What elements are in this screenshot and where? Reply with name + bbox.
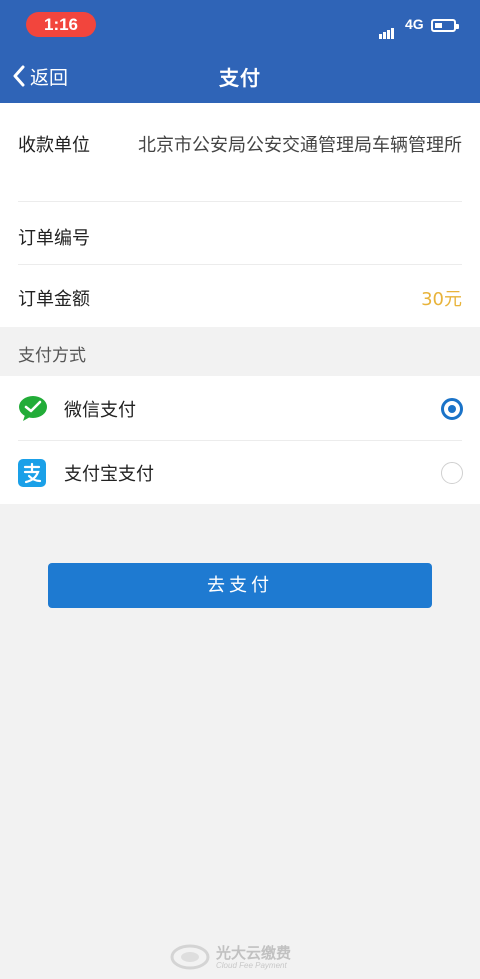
payment-method-alipay[interactable]: 支付宝支付 (0, 440, 480, 504)
payment-section-title: 支付方式 (18, 346, 86, 366)
status-time: 1:16 (26, 12, 96, 37)
order-amount-row: 订单金额 30元 (18, 285, 462, 315)
cloud-logo-icon (170, 944, 210, 970)
footer-brand-name: 光大云缴费 (216, 944, 292, 962)
order-number-row: 订单编号 (18, 224, 462, 254)
order-amount-label: 订单金额 (18, 289, 90, 310)
wechat-radio[interactable] (441, 398, 463, 420)
pay-button[interactable]: 去支付 (48, 563, 432, 608)
divider (18, 264, 462, 265)
payee-row: 收款单位 北京市公安局公安交通管理局车辆管理所 (18, 131, 462, 191)
page-title: 支付 (219, 66, 261, 90)
alipay-radio[interactable] (441, 462, 463, 484)
footer-brand-sub: Cloud Fee Payment (216, 961, 287, 970)
network-type: 4G (405, 16, 424, 32)
payee-value: 北京市公安局公安交通管理局车辆管理所 (138, 135, 462, 156)
status-bar: 1:16 4G (0, 0, 480, 48)
signal-icon (379, 20, 395, 39)
divider (18, 201, 462, 202)
footer-brand: 光大云缴费 Cloud Fee Payment (170, 940, 320, 974)
order-number-label: 订单编号 (18, 228, 90, 249)
payment-methods-card: 微信支付 支付宝支付 (0, 376, 480, 504)
payment-method-wechat[interactable]: 微信支付 (0, 376, 480, 440)
payment-method-label: 支付宝支付 (64, 464, 154, 485)
order-amount-value: 30元 (421, 289, 462, 310)
payee-label: 收款单位 (18, 135, 90, 156)
battery-icon (431, 19, 459, 32)
order-info-card: 收款单位 北京市公安局公安交通管理局车辆管理所 订单编号 订单金额 30元 (0, 103, 480, 327)
alipay-icon (18, 459, 46, 487)
nav-bar: 返回 支付 (0, 48, 480, 103)
app-header: 1:16 4G 返回 支付 (0, 0, 480, 103)
wechat-icon (19, 396, 47, 421)
payment-method-label: 微信支付 (64, 400, 136, 421)
